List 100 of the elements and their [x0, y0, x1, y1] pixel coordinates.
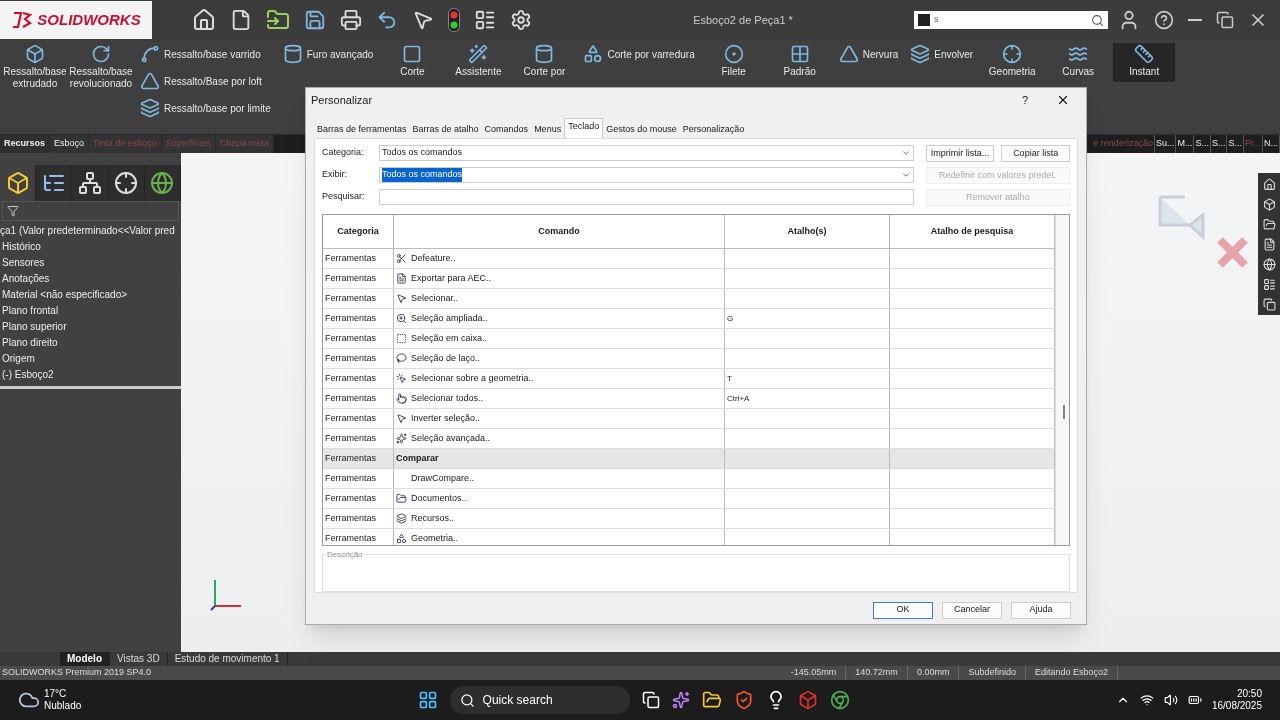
table-row[interactable]: Ferramentas Inverter seleção.. [323, 409, 1055, 429]
table-row[interactable]: Ferramentas Selecionar todos.. Ctrl+A [323, 389, 1055, 409]
logo-text: SOLIDWORKS [37, 9, 141, 30]
tree-item[interactable]: Material <não especificado> [0, 287, 181, 303]
table-cell: Geometria.. [394, 529, 725, 545]
ribbon-tool-button[interactable]: Curvas [1047, 43, 1110, 82]
ribbon-tool-button[interactable]: Instant [1113, 43, 1176, 82]
dialog-tab[interactable]: Barras de ferramentas [314, 122, 410, 138]
tree-item[interactable]: Origem [0, 351, 181, 367]
command-tab[interactable]: Recursos [0, 135, 51, 153]
ribbon-tool-button[interactable]: Geometria [981, 43, 1044, 82]
table-row[interactable]: Ferramentas Selecionar.. [323, 289, 1055, 309]
ribbon-tool-button[interactable]: Ressalto/base extrudado [4, 43, 66, 94]
search-field[interactable] [379, 189, 914, 205]
curve-icon [140, 44, 160, 64]
tree-item[interactable]: Plano direito [0, 335, 181, 351]
dialog-tab[interactable]: Comandos [481, 122, 532, 138]
column-header[interactable]: Atalho(s) [725, 215, 890, 248]
grid-icon [789, 44, 810, 64]
table-cell: Ferramentas [323, 489, 394, 508]
dropdown-field[interactable]: Todos os comandos [379, 145, 914, 161]
tree-item[interactable]: Anotações [0, 271, 181, 287]
table-cell: Ferramentas [323, 409, 394, 428]
dialog-tab[interactable]: Teclado [564, 118, 604, 138]
dialog-tab[interactable]: Menus [531, 122, 565, 138]
table-row[interactable]: Ferramentas Geometria.. [323, 529, 1055, 545]
list-icon [474, 9, 496, 31]
dialog-tab[interactable]: Personalização [679, 122, 748, 138]
battery-icon [1187, 693, 1202, 707]
status-text: SOLIDWORKS Premium 2019 SP4.0 [2, 666, 152, 680]
ribbon-tool-button[interactable]: Filete [702, 43, 765, 82]
ribbon-tool-button[interactable]: Corte por varredura [583, 44, 695, 64]
tree-item[interactable]: Plano superior [0, 319, 181, 335]
list-icon [1262, 277, 1276, 291]
ribbon-tool-button[interactable]: Assistente [447, 43, 510, 82]
cone-icon [140, 71, 160, 91]
table-row[interactable]: Ferramentas Seleção ampliada.. G [323, 309, 1055, 329]
ribbon-tool-button[interactable]: Furo avançado [282, 44, 374, 64]
ribbon-tool-button[interactable]: Ressalto/base por limite [140, 98, 271, 118]
table-row[interactable]: Ferramentas Seleção avançada.. [323, 429, 1055, 449]
table-row[interactable]: Ferramentas Exportar para AEC.. [323, 269, 1055, 289]
table-cell: G [725, 309, 890, 328]
table-cell: Ferramentas [323, 449, 394, 468]
volume-icon [1163, 693, 1178, 707]
dialog-tab[interactable]: Gestos do mouse [603, 122, 680, 138]
table-cell: Documentos.. [394, 489, 725, 508]
crosshair-icon [1002, 44, 1023, 64]
layers-icon [910, 44, 931, 64]
dialog-tab[interactable]: Barras de atalho [409, 122, 482, 138]
table-cell: Defeature.. [394, 249, 725, 268]
column-header[interactable]: Comando [394, 215, 725, 248]
table-cell: Recursos.. [394, 509, 725, 528]
model-tab[interactable]: Modelo [60, 652, 110, 666]
dialog-button[interactable]: Cancelar [942, 601, 1002, 619]
search-icon [1091, 13, 1104, 27]
panel-tab[interactable] [0, 165, 37, 201]
command-tab[interactable]: Esboço [50, 135, 90, 153]
chevron-icon [900, 170, 911, 180]
app-icon [797, 690, 818, 710]
tree-root[interactable]: ça1 (Valor predeterminado<<Valor pred [0, 223, 181, 239]
table-cell: Ferramentas [323, 349, 394, 368]
table-row[interactable]: Ferramentas Documentos.. [323, 489, 1055, 509]
command-search-field[interactable]: s [914, 11, 1108, 29]
dialog-button[interactable]: OK [873, 601, 933, 619]
ribbon-tool-button[interactable]: Ressalto/base revolucionado [70, 43, 132, 94]
side-button[interactable]: Imprimir lista... [925, 145, 995, 162]
ribbon-tool-button[interactable]: Corte por [513, 43, 576, 82]
ribbon-tool-button[interactable]: Nervura [838, 44, 899, 64]
scrollbar[interactable] [1055, 215, 1069, 545]
ribbon-tool-button[interactable]: Envolver [910, 44, 974, 64]
close-icon [1056, 93, 1070, 107]
ribbon-tool-button[interactable]: Padrão [768, 43, 831, 82]
table-row[interactable]: Ferramentas Recursos.. [323, 509, 1055, 529]
side-button[interactable]: Copiar lista [1001, 145, 1070, 162]
table-cell: Seleção avançada.. [394, 429, 725, 448]
ribbon-tool-button[interactable]: Ressalto/base varrido [140, 44, 271, 64]
crosshair-icon [114, 171, 139, 195]
help-button[interactable]: ? [1015, 91, 1035, 109]
tree-item[interactable]: Plano frontal [0, 303, 181, 319]
layers-icon [396, 513, 407, 524]
pointer-click-icon [396, 373, 407, 384]
table-cell: Selecionar sobre a geometria.. [394, 369, 725, 388]
dropdown-field[interactable]: Todos os comandos [379, 167, 914, 183]
tree-icon [78, 171, 102, 195]
taskbar-search-field[interactable]: Quick search [449, 686, 630, 714]
tree-item[interactable]: Sensores [0, 255, 181, 271]
tree-item[interactable]: (-) Esboço2 [0, 367, 181, 383]
table-row[interactable]: Ferramentas Seleção de laço.. [323, 349, 1055, 369]
ribbon-tool-button[interactable]: Ressalto/Base por loft [140, 71, 271, 91]
dropdown-value: Todos os comandos [382, 168, 463, 182]
table-row[interactable]: Ferramentas DrawCompare.. [323, 469, 1055, 489]
table-row[interactable]: Ferramentas Defeature.. [323, 249, 1055, 269]
dialog-button[interactable]: Ajuda [1011, 601, 1071, 619]
tree-item[interactable]: Histórico [0, 239, 181, 255]
ribbon-tool-button[interactable]: Corte [381, 43, 444, 82]
table-cell: Inverter seleção.. [394, 409, 725, 428]
table-cell: Ferramentas [323, 269, 394, 288]
column-header[interactable]: Categoria [323, 215, 394, 248]
table-row[interactable]: Ferramentas Seleção em caixa.. [323, 329, 1055, 349]
table-row[interactable]: Ferramentas Selecionar sobre a geometria.. T [323, 369, 1055, 389]
